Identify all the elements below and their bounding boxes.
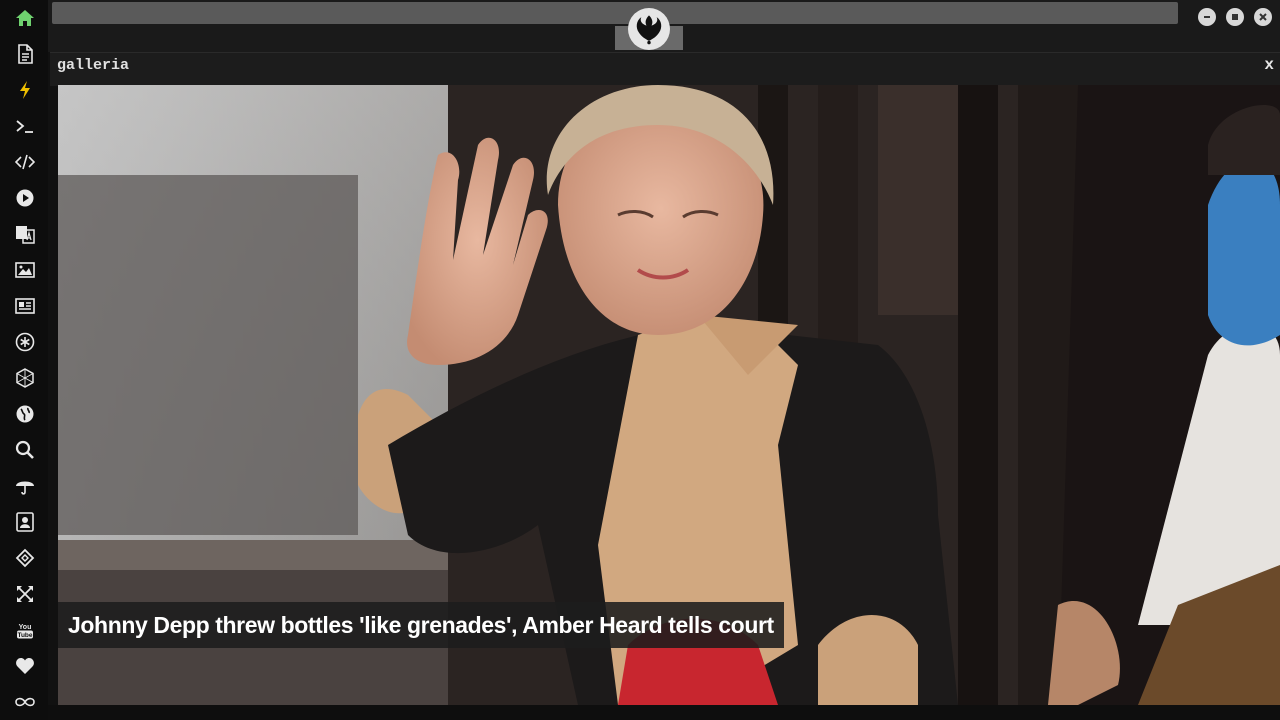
youtube-icon[interactable]: You Tube [12,617,38,643]
globe-icon[interactable] [12,401,38,427]
panel-close-button[interactable]: x [1264,56,1274,74]
home-icon[interactable] [12,5,38,31]
play-icon[interactable] [12,185,38,211]
code-icon[interactable] [12,149,38,175]
search-icon[interactable] [12,437,38,463]
svg-text:Tube: Tube [17,632,32,639]
translate-icon[interactable] [12,221,38,247]
minimize-button[interactable] [1198,8,1216,26]
terminal-icon[interactable] [12,113,38,139]
umbrella-icon[interactable] [12,473,38,499]
expand-icon[interactable] [12,581,38,607]
panel-title: galleria [57,57,130,74]
image-caption: Johnny Depp threw bottles 'like grenades… [58,602,784,648]
sidebar: You Tube [0,0,48,720]
close-window-button[interactable] [1254,8,1272,26]
document-icon[interactable] [12,41,38,67]
lightning-icon[interactable] [12,77,38,103]
svg-text:You: You [19,624,32,631]
title-bar [48,0,1280,52]
diamond-icon[interactable] [12,545,38,571]
bottom-strip [48,705,1280,720]
image-icon[interactable] [12,257,38,283]
infinity-icon[interactable] [12,689,38,715]
maximize-button[interactable] [1226,8,1244,26]
heart-icon[interactable] [12,653,38,679]
contact-icon[interactable] [12,509,38,535]
newspaper-icon[interactable] [12,293,38,319]
hexagon-icon[interactable] [12,365,38,391]
address-bar[interactable] [52,2,1178,24]
asterisk-icon[interactable] [12,329,38,355]
rebel-alliance-logo-icon [628,8,670,50]
panel-header: galleria x [50,52,1280,86]
